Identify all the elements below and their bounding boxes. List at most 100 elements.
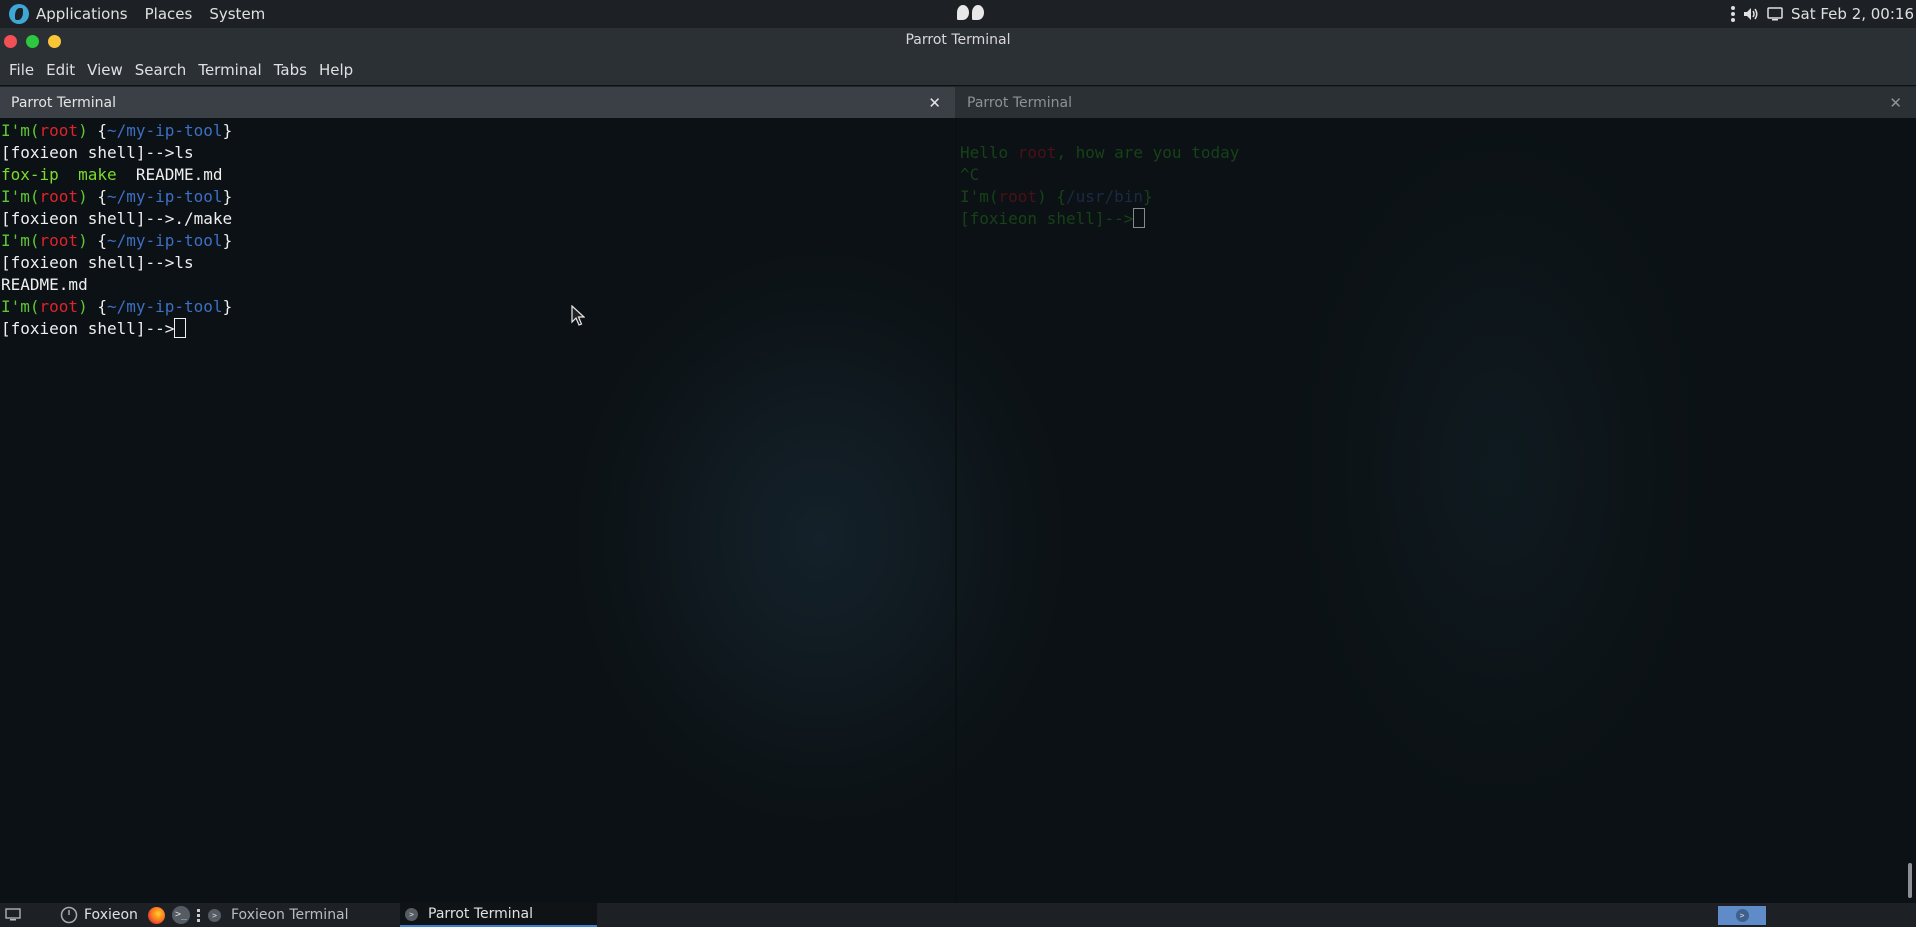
terminal-text: } — [222, 187, 233, 206]
menu-help[interactable]: Help — [319, 61, 353, 79]
terminal-text: I'm( — [1, 231, 40, 250]
clock[interactable]: Sat Feb 2, 00:16 — [1791, 5, 1914, 23]
window-title: Parrot Terminal — [905, 32, 1011, 48]
power-icon — [60, 906, 78, 924]
terminal-line: I'm(root) {~/my-ip-tool} — [1, 120, 232, 142]
terminal-line: fox-ip make README.md — [1, 164, 232, 186]
menu-tabs[interactable]: Tabs — [274, 61, 307, 79]
bottom-panel: Foxieon >_ > Foxieon Terminal > Parrot T… — [0, 903, 1916, 927]
top-menu: Applications Places System — [0, 0, 282, 28]
terminal-text: { — [97, 121, 107, 140]
workspace-switcher[interactable]: > — [1718, 906, 1766, 925]
terminal-text: [foxieon shell]-->./make — [1, 209, 233, 228]
terminal-text: ~/my-ip-tool — [106, 297, 223, 316]
task-label: Foxieon — [84, 907, 138, 923]
terminal-line: [foxieon shell]-->ls — [1, 252, 232, 274]
pane-divider[interactable] — [955, 118, 957, 903]
terminal-line: I'm(root) {/usr/bin} — [960, 186, 1239, 208]
terminal-text: root — [1017, 143, 1057, 162]
window-titlebar[interactable]: Parrot Terminal — [0, 28, 1916, 55]
task-label: Parrot Terminal — [428, 906, 534, 922]
menu-search[interactable]: Search — [135, 61, 187, 79]
menu-edit[interactable]: Edit — [46, 61, 75, 79]
terminal-text: ) — [78, 231, 98, 250]
places-menu[interactable]: Places — [145, 5, 193, 23]
volume-icon[interactable] — [1743, 7, 1759, 21]
terminal-text: { — [97, 187, 107, 206]
terminal-scrollbar[interactable] — [1908, 863, 1912, 898]
display-icon[interactable] — [1767, 7, 1783, 21]
menu-view[interactable]: View — [87, 61, 123, 79]
system-menu[interactable]: System — [209, 5, 265, 23]
terminal-text: ) — [78, 297, 98, 316]
task-parrot-terminal[interactable]: > Parrot Terminal — [400, 903, 597, 927]
terminal-icon: > — [1735, 909, 1749, 922]
terminal-text: } — [222, 231, 233, 250]
tab-label: Parrot Terminal — [967, 95, 1073, 111]
terminal-text: I'm( — [1, 121, 40, 140]
parrot-logo-icon[interactable] — [9, 4, 29, 24]
terminal-text: make — [78, 165, 117, 184]
menu-terminal[interactable]: Terminal — [198, 61, 261, 79]
panel-separator-icon — [197, 903, 200, 927]
terminal-text: root — [39, 121, 79, 140]
terminal-text: Hello — [960, 143, 1018, 162]
terminal-text: } — [1143, 187, 1153, 206]
firefox-icon — [148, 906, 165, 924]
tab-parrot-terminal-1[interactable]: Parrot Terminal ✕ — [0, 87, 955, 119]
terminal-cursor — [1133, 208, 1146, 228]
terminal-text: root — [39, 297, 79, 316]
terminal-text: ~/my-ip-tool — [106, 187, 223, 206]
terminal-icon: >_ — [172, 906, 190, 924]
terminal-text: I'm( — [1, 297, 40, 316]
terminal-text: ~/my-ip-tool — [106, 231, 223, 250]
tab-parrot-terminal-2[interactable]: Parrot Terminal ✕ — [956, 87, 1916, 119]
terminal-text: [foxieon shell]-->ls — [1, 143, 194, 162]
terminal-text: fox-ip — [1, 165, 59, 184]
applications-menu[interactable]: Applications — [36, 5, 128, 23]
close-tab-icon[interactable]: ✕ — [928, 87, 941, 119]
terminal-line: I'm(root) {~/my-ip-tool} — [1, 186, 232, 208]
terminal-text: { — [97, 231, 107, 250]
terminal-text: README.md — [116, 165, 223, 184]
terminal-line: ^C — [960, 164, 1239, 186]
firefox-launcher[interactable] — [148, 903, 165, 927]
quote-icon[interactable] — [957, 5, 984, 20]
system-tray: Sat Feb 2, 00:16 — [1731, 0, 1916, 28]
terminal-launcher[interactable]: >_ — [172, 903, 190, 927]
terminal-cursor — [174, 318, 187, 338]
menubar: File Edit View Search Terminal Tabs Help — [0, 55, 1916, 85]
terminal-text: { — [1056, 187, 1066, 206]
terminal-text: ^C — [960, 165, 980, 184]
terminal-text: [foxieon shell]--> — [960, 209, 1134, 228]
menu-file[interactable]: File — [9, 61, 34, 79]
terminal-area[interactable]: I'm(root) {~/my-ip-tool} [foxieon shell]-… — [0, 118, 1916, 903]
mouse-pointer-icon — [571, 305, 585, 326]
task-foxieon-terminal[interactable]: > Foxieon Terminal — [208, 903, 393, 927]
task-foxieon[interactable]: Foxieon — [60, 903, 138, 927]
terminal-text: ) — [78, 121, 98, 140]
terminal-line: [foxieon shell]--> — [1, 318, 232, 340]
terminal-pane-right[interactable]: Hello root, how are you today ^C I'm(root)… — [960, 120, 1239, 230]
terminal-line: [foxieon shell]-->./make — [1, 208, 232, 230]
terminal-line: README.md — [1, 274, 232, 296]
terminal-pane-left[interactable]: I'm(root) {~/my-ip-tool} [foxieon shell]-… — [1, 120, 232, 340]
terminal-text: ) — [78, 187, 98, 206]
kebab-menu-icon[interactable] — [1731, 6, 1735, 22]
terminal-icon: > — [208, 908, 221, 922]
terminal-line: [foxieon shell]-->ls — [1, 142, 232, 164]
terminal-text: I'm( — [1, 187, 40, 206]
terminal-text: ) — [1037, 187, 1057, 206]
terminal-text: , how are you today — [1056, 143, 1240, 162]
task-label: Foxieon Terminal — [231, 907, 349, 923]
top-panel: Applications Places System Sat Feb 2, 00… — [0, 0, 1916, 28]
close-tab-icon[interactable]: ✕ — [1889, 87, 1902, 119]
show-desktop-icon[interactable] — [5, 903, 21, 927]
terminal-text: root — [998, 187, 1038, 206]
tab-label: Parrot Terminal — [11, 95, 117, 111]
terminal-text: I'm( — [960, 187, 999, 206]
terminal-icon: > — [405, 907, 418, 921]
terminal-line: I'm(root) {~/my-ip-tool} — [1, 296, 232, 318]
